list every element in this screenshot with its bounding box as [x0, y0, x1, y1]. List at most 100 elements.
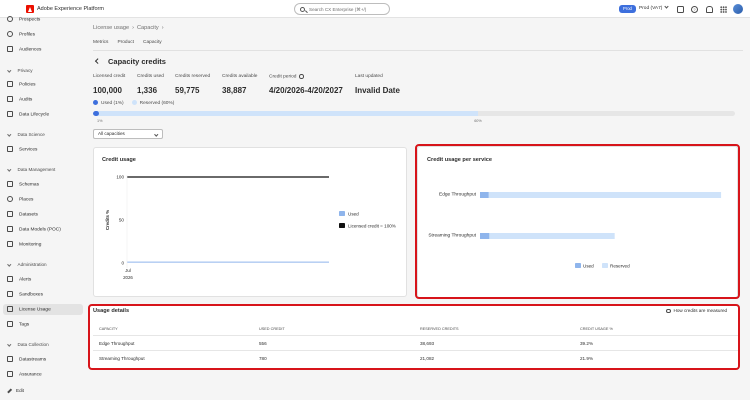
used-dot-icon	[93, 99, 98, 105]
breadcrumb-separator: ›	[161, 25, 164, 31]
search-input[interactable]: Search CX Enterprise (⌘+/)	[294, 3, 390, 15]
datasets-icon	[7, 210, 13, 217]
capacity-filter-dropdown[interactable]: All capacities	[93, 129, 163, 139]
sidebar-item-label: Places	[19, 197, 34, 203]
user-avatar[interactable]	[733, 4, 743, 14]
sidebar-item-schemas[interactable]: Schemas	[7, 180, 39, 189]
stat-value: 100,000	[93, 86, 122, 95]
sidebar-item-label: Sandboxes	[19, 292, 44, 298]
section-title: Data Collection	[17, 342, 49, 347]
sidebar-item-datastreams[interactable]: Datastreams	[7, 355, 47, 364]
y-tick-label: 100	[116, 175, 124, 180]
y-axis-label: Credits %	[105, 210, 110, 230]
chevron-down-icon	[7, 261, 12, 266]
section-title: Data Science	[17, 132, 45, 137]
stat-credits-reserved: Credits reserved 59,775	[175, 74, 210, 95]
x-tick-label: Jul	[125, 268, 131, 273]
subnav-metrics[interactable]: Metrics	[93, 40, 108, 45]
stat-label: Credits available	[222, 74, 258, 79]
sidebar-item-assurance[interactable]: Assurance	[7, 370, 42, 379]
sidebar-item-monitoring[interactable]: Monitoring	[7, 240, 42, 249]
audiences-icon	[7, 45, 13, 52]
sidebar-section-data-science[interactable]: Data Science	[7, 131, 45, 137]
sidebar-item-policies[interactable]: Policies	[7, 80, 36, 89]
highlight-box	[415, 144, 740, 299]
sidebar-item-license-usage[interactable]: License Usage	[7, 305, 51, 314]
sidebar-item-label: Prospects	[19, 17, 41, 23]
chevron-down-icon	[7, 341, 12, 346]
sidebar-item-alerts[interactable]: Alerts	[7, 275, 32, 284]
sidebar-item-audiences[interactable]: Audiences	[7, 45, 41, 54]
chevron-down-icon	[7, 131, 12, 136]
prospects-icon	[7, 15, 13, 22]
tick-used-pct: 1%	[97, 119, 103, 123]
app-switcher-grid-icon[interactable]	[720, 5, 727, 13]
feedback-icon[interactable]	[677, 5, 684, 13]
stat-value: 4/20/2026-4/20/2027	[269, 86, 343, 95]
sidebar-item-label: Services	[19, 147, 38, 153]
chevron-down-icon	[664, 3, 669, 9]
highlight-box	[88, 304, 740, 370]
sidebar-item-label: Tags	[19, 322, 30, 328]
sidebar-item-label: Audits	[19, 97, 33, 103]
sidebar-item-label: Datastreams	[19, 357, 47, 363]
adobe-logo-icon[interactable]	[26, 5, 34, 13]
sidebar-section-privacy[interactable]: Privacy	[7, 67, 33, 73]
reserved-fill	[93, 111, 479, 116]
y-tick-label: 0	[121, 261, 124, 266]
sidebar-item-datasets[interactable]: Datasets	[7, 210, 38, 219]
sidebar-item-tags[interactable]: Tags	[7, 320, 30, 329]
section-title: Privacy	[17, 68, 33, 73]
data-models-icon	[7, 225, 13, 232]
x-tick-label: 2026	[123, 275, 133, 280]
sidebar-item-services[interactable]: Services	[7, 145, 38, 154]
profile-icon	[7, 30, 13, 37]
app-title[interactable]: Adobe Experience Platform	[37, 6, 104, 12]
tick-reserved-pct: 60%	[474, 119, 482, 123]
environment-badge: Prod	[619, 4, 636, 13]
stat-credits-used: Credits used 1,336	[137, 74, 164, 95]
credit-usage-line-chart: 0 50 100 Credits % Jul 2026 Used Licensed credi…	[105, 175, 396, 281]
subnav-capacity[interactable]: Capacity	[143, 40, 162, 45]
section-title: Administration	[17, 262, 47, 267]
info-icon[interactable]	[299, 74, 304, 79]
breadcrumb-capacity[interactable]: Capacity	[137, 25, 159, 31]
sidebar-item-label: Policies	[19, 82, 36, 88]
notifications-bell-icon[interactable]	[706, 5, 713, 13]
sidebar-item-data-models[interactable]: Data Models (POC)	[7, 225, 61, 234]
page-title: Capacity credits	[108, 57, 166, 66]
sandbox-switcher[interactable]: Prod (VA7)	[639, 3, 669, 11]
subnav-product[interactable]: Product	[117, 40, 134, 45]
stat-label: Credits reserved	[175, 74, 211, 79]
sidebar-item-profiles[interactable]: Profiles	[7, 30, 35, 39]
edit-sidebar-button[interactable]: Edit	[7, 387, 24, 393]
sidebar-section-data-collection[interactable]: Data Collection	[7, 341, 49, 347]
sidebar-section-administration[interactable]: Administration	[7, 261, 47, 267]
stat-licensed-credit: Licensed credit 100,000	[93, 74, 125, 95]
sidebar-item-sandboxes[interactable]: Sandboxes	[7, 290, 44, 299]
back-arrow-icon[interactable]	[95, 58, 101, 64]
sidebar-item-label: Alerts	[19, 277, 32, 283]
help-icon[interactable]: ?	[691, 5, 698, 13]
legend-reserved-label: Reserved (60%)	[139, 100, 175, 106]
data-lifecycle-icon	[7, 110, 13, 117]
sidebar-item-label: Assurance	[19, 372, 42, 378]
breadcrumb-separator: ›	[132, 25, 134, 31]
monitoring-icon	[7, 240, 13, 247]
reserved-dot-icon	[131, 99, 137, 105]
sidebar-item-places[interactable]: Places	[7, 195, 34, 204]
sidebar-item-prospects[interactable]: Prospects	[7, 15, 41, 24]
stat-label: Credit period	[269, 74, 297, 80]
legend-used-label: Used (1%)	[101, 100, 124, 106]
sidebar-item-audits[interactable]: Audits	[7, 95, 33, 104]
progress-legend: Used (1%) Reserved (60%)	[93, 99, 175, 106]
breadcrumb-license-usage[interactable]: License usage	[93, 25, 129, 31]
sidebar-item-label: Profiles	[19, 32, 35, 38]
services-icon	[7, 145, 13, 152]
assurance-icon	[7, 370, 13, 377]
legend-licensed-label: Licensed credit = 100%	[348, 224, 396, 229]
sidebar-item-label: Monitoring	[19, 242, 42, 248]
sandboxes-icon	[7, 290, 13, 297]
sidebar-section-data-management[interactable]: Data Management	[7, 166, 55, 172]
sidebar-item-data-lifecycle[interactable]: Data Lifecycle	[7, 110, 49, 119]
